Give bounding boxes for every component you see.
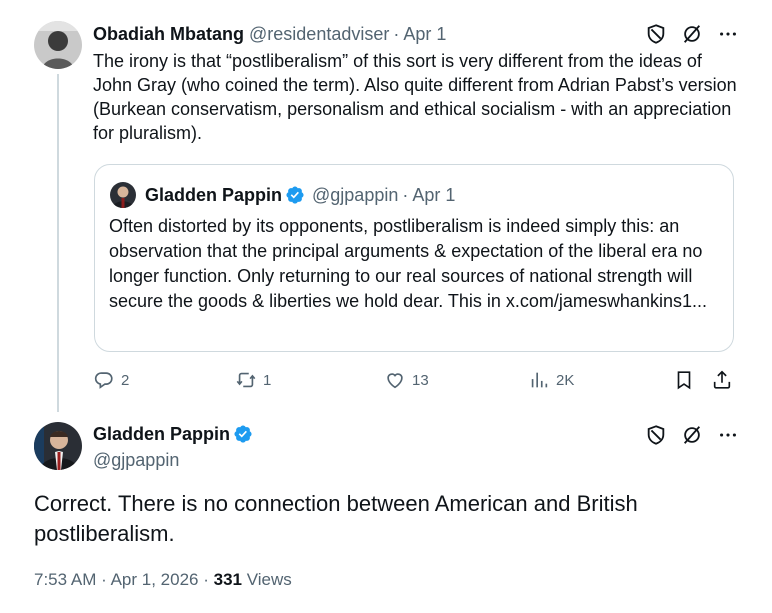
post-actions: 2 1 13 2K [93,369,743,391]
reply-icon [93,369,115,391]
separator: · [203,570,209,589]
avatar [110,182,136,208]
main-top-actions [645,424,739,446]
shield-icon[interactable] [645,424,667,446]
quote-header: Gladden Pappin @gjpappin · Apr 1 [145,184,455,206]
verified-badge-icon [233,424,253,444]
main-post-header: Gladden Pappin [93,423,257,445]
reply-button[interactable]: 2 [93,369,129,391]
like-button[interactable]: 13 [384,369,429,391]
views-button[interactable]: 2K [528,369,574,391]
post-date[interactable]: Apr 1 [403,23,446,45]
verified-badge-icon [285,185,305,205]
post-time[interactable]: 7:53 AM [34,570,96,589]
shield-icon[interactable] [645,23,667,45]
like-count: 13 [412,371,429,389]
reply-text: The irony is that “postliberalism” of th… [93,51,737,143]
reply-count: 2 [121,371,130,389]
author-name: Gladden Pappin [145,185,283,205]
author-handle: @gjpappin [312,185,399,205]
avatar[interactable] [34,422,82,470]
repost-icon [235,369,257,391]
author-handle[interactable]: @gjpappin [93,449,179,471]
thread-connector-line [57,74,59,412]
post-date[interactable]: Apr 1, 2026 [111,570,199,589]
quoted-post-card[interactable]: Gladden Pappin @gjpappin · Apr 1 Often d… [94,164,734,352]
more-icon[interactable] [717,23,739,45]
heart-icon [384,369,406,391]
separator: · [393,24,400,44]
analytics-icon [528,369,550,391]
main-post-text: Correct. There is no connection between … [34,491,638,546]
share-button[interactable] [711,369,739,391]
slash-circle-icon[interactable] [681,424,703,446]
share-icon [711,369,733,391]
reply-top-actions [645,23,739,45]
avatar[interactable] [34,21,82,69]
bookmark-icon [673,369,695,391]
separator: · [101,570,107,589]
repost-count: 1 [263,371,272,389]
quoted-post-text: Often distorted by its opponents, postli… [109,216,707,311]
reply-header: Obadiah Mbatang @residentadviser · Apr 1 [93,23,446,45]
views-label: Views [246,570,292,589]
post-timestamp-row: 7:53 AM · Apr 1, 2026 · 331 Views [34,570,292,590]
bookmark-button[interactable] [673,369,701,391]
views-count: 331 [213,570,242,589]
author-name[interactable]: Gladden Pappin [93,423,230,445]
main-post-handle-row: @gjpappin [93,449,179,471]
separator: · [402,185,409,205]
slash-circle-icon[interactable] [681,23,703,45]
author-handle[interactable]: @residentadviser [249,23,389,45]
views-count: 2K [556,371,575,389]
author-name[interactable]: Obadiah Mbatang [93,23,244,45]
repost-button[interactable]: 1 [235,369,271,391]
post-date: Apr 1 [412,185,456,205]
more-icon[interactable] [717,424,739,446]
